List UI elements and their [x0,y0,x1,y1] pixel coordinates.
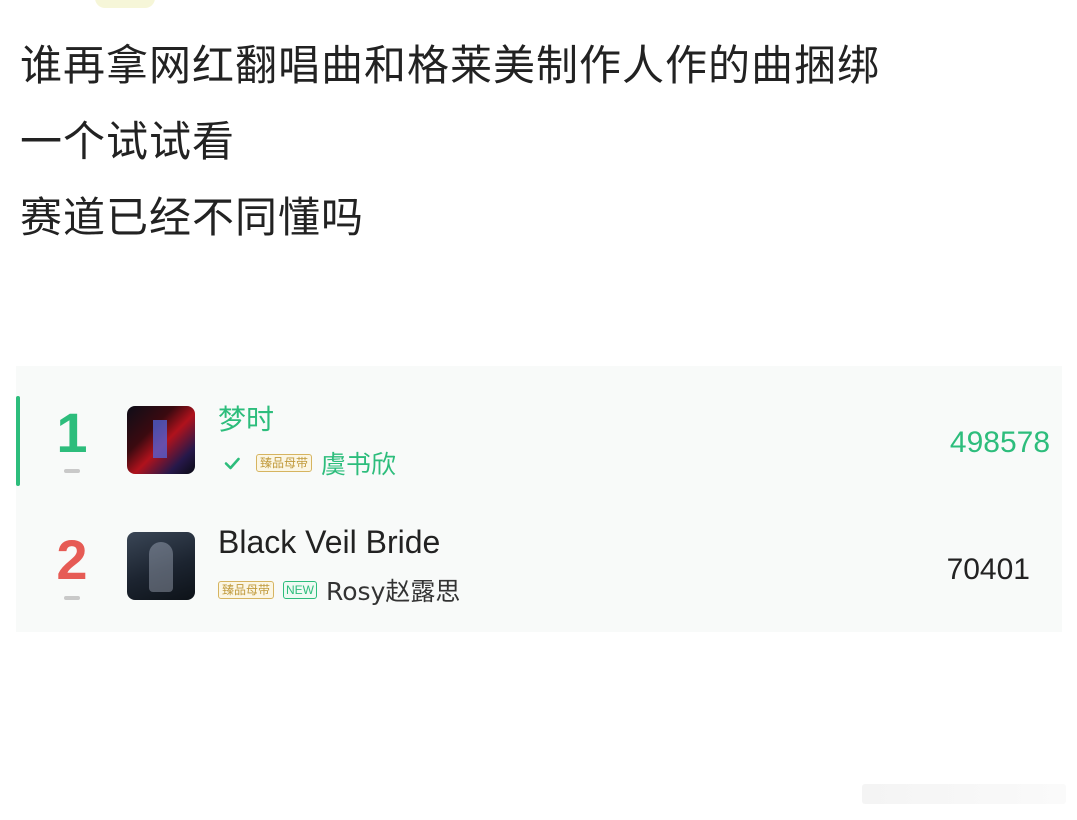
watermark [862,784,1066,804]
master-quality-badge: 臻品母带 [256,454,313,472]
post-line: 谁再拿网红翻唱曲和格莱美制作人作的曲捆绑 [20,41,881,90]
chart-row-1[interactable]: 1 梦时 臻品母带 虞书欣 498578 [16,366,1062,491]
master-quality-badge: 臻品母带 [218,581,275,599]
check-icon [224,457,240,470]
song-meta: 臻品母带 NEW Rosy赵露思 [218,572,460,608]
artist-name[interactable]: Rosy赵露思 [326,572,460,608]
rank-trend-dash-icon [64,469,80,473]
song-meta: 臻品母带 虞书欣 [218,445,396,481]
active-indicator [16,396,20,486]
play-count: 70401 [946,553,1030,586]
post-line: 赛道已经不同懂吗 [20,193,365,242]
rank-number: 1 [56,401,88,464]
song-title[interactable]: Black Veil Bride [218,524,440,561]
artist-name[interactable]: 虞书欣 [321,445,396,481]
song-cover-image[interactable] [127,406,195,474]
chart-list-card: 1 梦时 臻品母带 虞书欣 498578 2 Black Veil Bride … [16,366,1062,632]
post-text: 谁再拿网红翻唱曲和格莱美制作人作的曲捆绑 一个试试看 赛道已经不同懂吗 [20,28,1070,256]
post-line: 一个试试看 [20,117,236,166]
play-count: 498578 [949,426,1050,459]
rank-trend-dash-icon [64,596,80,600]
top-decoration [95,0,155,8]
cover-art-detail [153,420,167,458]
song-title[interactable]: 梦时 [218,398,274,438]
cover-art-detail [149,542,173,592]
new-badge: NEW [283,581,318,599]
song-cover-image[interactable] [127,532,195,600]
chart-row-2[interactable]: 2 Black Veil Bride 臻品母带 NEW Rosy赵露思 7040… [16,499,1062,624]
rank-number: 2 [56,528,88,591]
